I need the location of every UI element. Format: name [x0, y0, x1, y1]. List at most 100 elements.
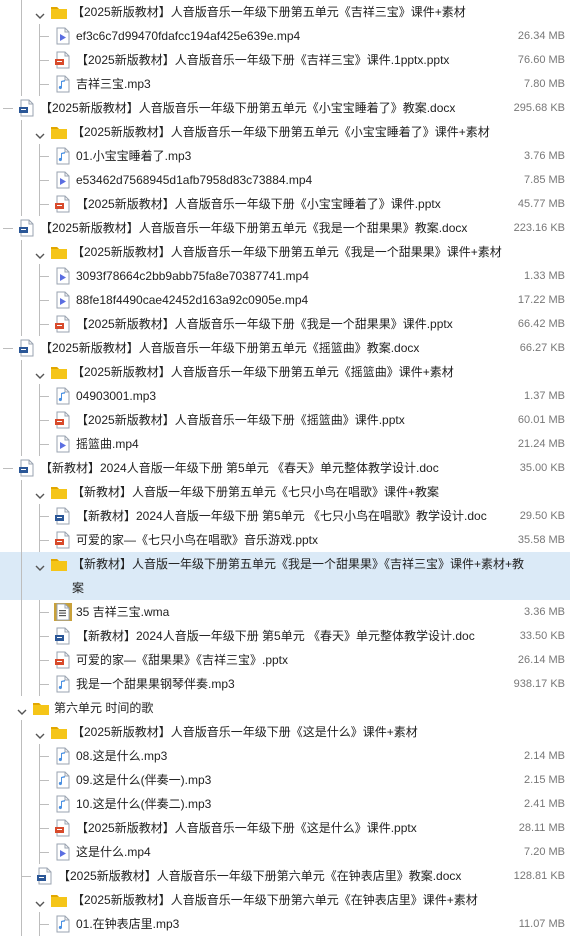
tree-guide-line [21, 48, 22, 72]
tree-connector-line [39, 276, 49, 277]
file-name: ef3c6c7d99470fdafcc194af425e639e.mp4 [76, 29, 301, 43]
file-row[interactable]: 【2025新版教材】人音版音乐一年级下册第五单元《我是一个甜果果》教案.docx… [0, 216, 570, 240]
chevron-down-icon[interactable] [34, 366, 46, 379]
file-size: 7.80 MB [524, 78, 565, 90]
audio-file-icon [54, 747, 72, 765]
file-row[interactable]: 08.这是什么.mp3 2.14 MB [0, 744, 570, 768]
folder-row[interactable]: 【2025新版教材】人音版音乐一年级下册第五单元《我是一个甜果果》课件+素材 [0, 240, 570, 264]
tree-connector-line [3, 468, 13, 469]
chevron-down-icon[interactable] [34, 6, 46, 19]
file-row[interactable]: 【新教材】2024人音版一年级下册 第5单元 《七只小鸟在唱歌》教学设计.doc… [0, 504, 570, 528]
chevron-down-icon[interactable] [34, 486, 46, 499]
file-name: 【2025新版教材】人音版音乐一年级下册第五单元《我是一个甜果果》教案.docx [40, 221, 468, 235]
file-name: 35 吉祥三宝.wma [76, 605, 170, 619]
chevron-down-icon[interactable] [34, 726, 46, 739]
file-row[interactable]: 我是一个甜果果钢琴伴奏.mp3 938.17 KB [0, 672, 570, 696]
file-row[interactable]: 摇篮曲.mp4 21.24 MB [0, 432, 570, 456]
folder-name: 【2025新版教材】人音版音乐一年级下册第六单元《在钟表店里》课件+素材 [72, 893, 478, 907]
file-size: 26.34 MB [517, 30, 565, 42]
file-row[interactable]: 【新教材】2024人音版一年级下册 第5单元 《春天》单元整体教学设计.doc 3… [0, 624, 570, 648]
folder-row[interactable]: 【新教材】人音版一年级下册第五单元《我是一个甜果果》《吉祥三宝》课件+素材+教案 [0, 552, 570, 600]
file-name: 01.在钟表店里.mp3 [76, 917, 180, 931]
file-name: 【2025新版教材】人音版音乐一年级下册《小宝宝睡着了》课件.pptx [76, 197, 441, 211]
file-name: 04903001.mp3 [76, 389, 157, 403]
file-row[interactable]: 可爱的家—《七只小鸟在唱歌》音乐游戏.pptx 35.58 MB [0, 528, 570, 552]
tree-guide-line [21, 816, 22, 840]
tree-guide-line [21, 240, 22, 264]
file-size: 3.36 MB [524, 606, 565, 618]
chevron-down-icon[interactable] [34, 894, 46, 907]
word-doc-icon [18, 99, 36, 117]
folder-name: 【2025新版教材】人音版音乐一年级下册第五单元《摇篮曲》课件+素材 [72, 365, 454, 379]
file-row[interactable]: 可爱的家—《甜果果》《吉祥三宝》.pptx 26.14 MB [0, 648, 570, 672]
pptx-file-icon [54, 315, 72, 333]
video-file-icon [54, 435, 72, 453]
folder-row[interactable]: 【2025新版教材】人音版音乐一年级下册第五单元《吉祥三宝》课件+素材 [0, 0, 570, 24]
chevron-down-icon[interactable] [34, 558, 46, 571]
word-doc-icon [54, 507, 72, 525]
tree-connector-line [3, 108, 13, 109]
tree-guide-line [21, 840, 22, 864]
file-row[interactable]: 01.在钟表店里.mp3 11.07 MB [0, 912, 570, 936]
tree-guide-line [21, 72, 22, 96]
file-row[interactable]: 35 吉祥三宝.wma 3.36 MB [0, 600, 570, 624]
file-name: 摇篮曲.mp4 [76, 437, 139, 451]
file-row[interactable]: 【2025新版教材】人音版音乐一年级下册第六单元《在钟表店里》教案.docx 12… [0, 864, 570, 888]
file-size: 2.41 MB [524, 798, 565, 810]
folder-row[interactable]: 【2025新版教材】人音版音乐一年级下册《这是什么》课件+素材 [0, 720, 570, 744]
folder-icon [50, 483, 68, 501]
file-row[interactable]: 这是什么.mp4 7.20 MB [0, 840, 570, 864]
file-row[interactable]: 88fe18f4490cae42452d163a92c0905e.mp4 17.2… [0, 288, 570, 312]
file-row[interactable]: ef3c6c7d99470fdafcc194af425e639e.mp4 26.3… [0, 24, 570, 48]
file-name: 【新教材】2024人音版一年级下册 第5单元 《七只小鸟在唱歌》教学设计.doc [76, 509, 487, 523]
file-row[interactable]: 09.这是什么(伴奏一).mp3 2.15 MB [0, 768, 570, 792]
file-name: 88fe18f4490cae42452d163a92c0905e.mp4 [76, 293, 309, 307]
video-file-icon [54, 171, 72, 189]
chevron-down-icon[interactable] [34, 246, 46, 259]
file-row[interactable]: 【新教材】2024人音版一年级下册 第5单元 《春天》单元整体教学设计.doc 3… [0, 456, 570, 480]
folder-icon [50, 123, 68, 141]
chevron-down-icon[interactable] [34, 126, 46, 139]
chevron-down-icon[interactable] [16, 702, 28, 715]
audio-file-icon [54, 771, 72, 789]
file-row[interactable]: 【2025新版教材】人音版音乐一年级下册《吉祥三宝》课件.1pptx.pptx 7… [0, 48, 570, 72]
tree-connector-line [39, 396, 49, 397]
folder-row[interactable]: 【新教材】人音版一年级下册第五单元《七只小鸟在唱歌》课件+教案 [0, 480, 570, 504]
tree-guide-line [21, 600, 22, 624]
pptx-file-icon [54, 51, 72, 69]
file-row[interactable]: 01.小宝宝睡着了.mp3 3.76 MB [0, 144, 570, 168]
file-size: 2.14 MB [524, 750, 565, 762]
pptx-file-icon [54, 195, 72, 213]
file-name: 【新教材】2024人音版一年级下册 第5单元 《春天》单元整体教学设计.doc [40, 461, 439, 475]
folder-row[interactable]: 【2025新版教材】人音版音乐一年级下册第五单元《小宝宝睡着了》课件+素材 [0, 120, 570, 144]
folder-row[interactable]: 【2025新版教材】人音版音乐一年级下册第六单元《在钟表店里》课件+素材 [0, 888, 570, 912]
folder-name: 第六单元 时间的歌 [54, 701, 154, 715]
file-row[interactable]: 吉祥三宝.mp3 7.80 MB [0, 72, 570, 96]
file-size: 33.50 KB [519, 630, 565, 642]
file-name: 【2025新版教材】人音版音乐一年级下册《摇篮曲》课件.pptx [76, 413, 405, 427]
file-row[interactable]: 【2025新版教材】人音版音乐一年级下册第五单元《摇篮曲》教案.docx 66.2… [0, 336, 570, 360]
folder-row[interactable]: 【2025新版教材】人音版音乐一年级下册第五单元《摇篮曲》课件+素材 [0, 360, 570, 384]
folder-row[interactable]: 第六单元 时间的歌 [0, 696, 570, 720]
file-row[interactable]: e53462d7568945d1afb7958d83c73884.mp4 7.85… [0, 168, 570, 192]
tree-connector-line [39, 660, 49, 661]
tree-guide-line [21, 744, 22, 768]
file-row[interactable]: 04903001.mp3 1.37 MB [0, 384, 570, 408]
tree-guide-line [21, 120, 22, 144]
file-row[interactable]: 【2025新版教材】人音版音乐一年级下册第五单元《小宝宝睡着了》教案.docx 2… [0, 96, 570, 120]
tree-guide-line [21, 168, 22, 192]
word-doc-icon [36, 867, 54, 885]
file-row[interactable]: 【2025新版教材】人音版音乐一年级下册《摇篮曲》课件.pptx 60.01 MB [0, 408, 570, 432]
file-row[interactable]: 【2025新版教材】人音版音乐一年级下册《这是什么》课件.pptx 28.11 M… [0, 816, 570, 840]
audio-file-icon [54, 75, 72, 93]
tree-guide-line [21, 912, 22, 936]
file-name: e53462d7568945d1afb7958d83c73884.mp4 [76, 173, 313, 187]
file-size: 1.33 MB [524, 270, 565, 282]
tree-connector-line [39, 60, 49, 61]
file-row[interactable]: 【2025新版教材】人音版音乐一年级下册《小宝宝睡着了》课件.pptx 45.77… [0, 192, 570, 216]
file-row[interactable]: 10.这是什么(伴奏二).mp3 2.41 MB [0, 792, 570, 816]
word-doc-icon [54, 627, 72, 645]
file-row[interactable]: 【2025新版教材】人音版音乐一年级下册《我是一个甜果果》课件.pptx 66.4… [0, 312, 570, 336]
file-row[interactable]: 3093f78664c2bb9abb75fa8e70387741.mp4 1.33… [0, 264, 570, 288]
tree-guide-line [21, 720, 22, 744]
